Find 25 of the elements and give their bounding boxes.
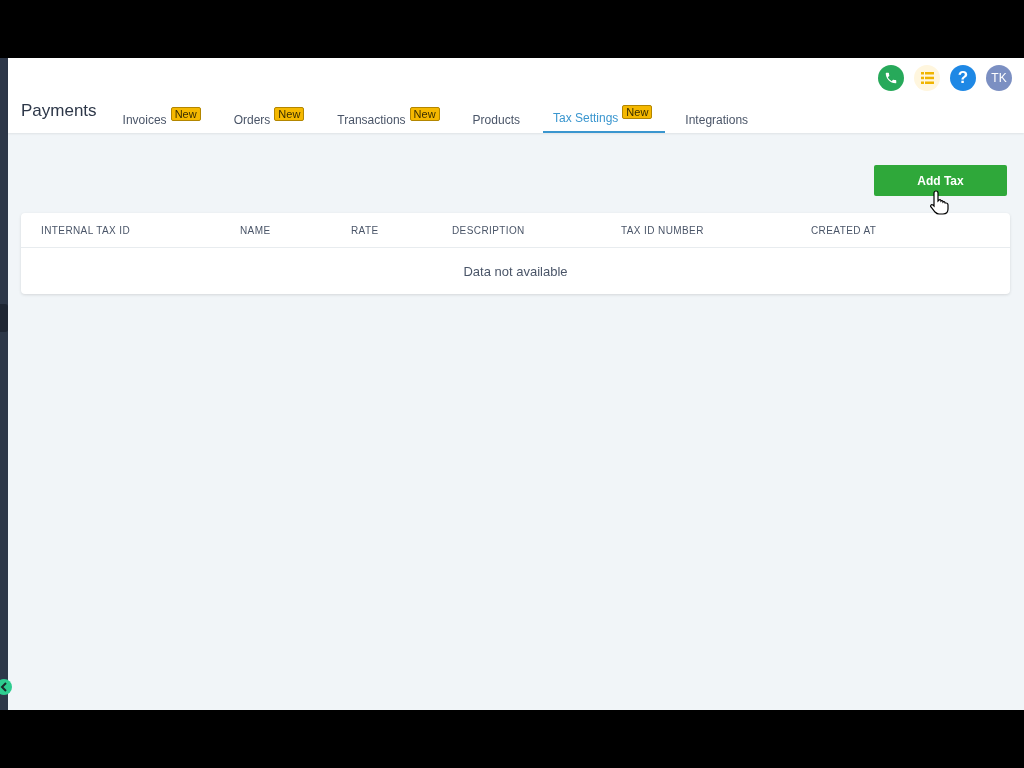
collapse-icon[interactable]	[0, 677, 14, 697]
tab[interactable]: Tax Settings New	[542, 105, 666, 133]
phone-button[interactable]	[878, 65, 904, 91]
column-header: RATE	[351, 224, 380, 236]
tab[interactable]: Transactions New	[327, 105, 453, 133]
tab[interactable]: Orders New	[223, 105, 318, 133]
list-icon	[920, 72, 934, 84]
column-header: NAME	[240, 224, 272, 236]
new-badge: New	[622, 105, 653, 119]
column-header: INTERNAL TAX ID	[41, 224, 132, 236]
tab[interactable]: Products	[462, 105, 533, 133]
new-badge: New	[409, 107, 440, 121]
new-badge: New	[170, 107, 201, 121]
empty-message: Data not available	[463, 263, 568, 279]
tab[interactable]: Integrations	[675, 105, 762, 133]
column-header: TAX ID NUMBER	[621, 224, 705, 236]
phone-icon	[884, 71, 898, 85]
column-header: CREATED AT	[811, 224, 878, 236]
new-badge: New	[274, 107, 305, 121]
help-button[interactable]: ?	[950, 65, 976, 91]
column-header: DESCRIPTION	[452, 224, 526, 236]
list-button[interactable]	[914, 65, 940, 91]
sidebar-handle[interactable]	[0, 304, 8, 332]
tab[interactable]: Invoices New	[112, 105, 214, 133]
page-title: Payments	[21, 101, 97, 122]
